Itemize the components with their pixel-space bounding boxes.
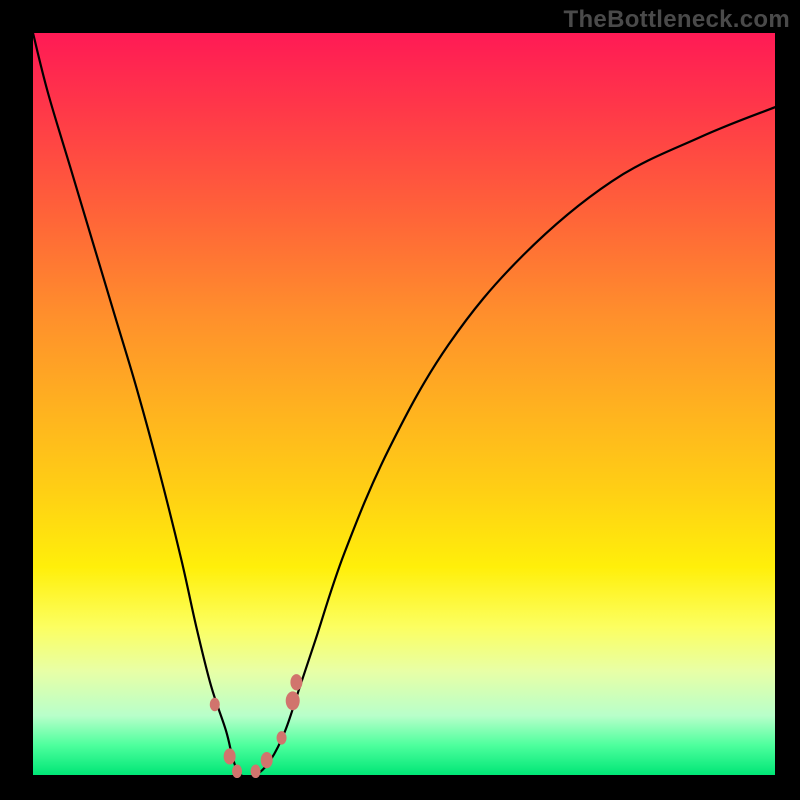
watermark-text: TheBottleneck.com xyxy=(564,6,790,34)
data-point xyxy=(224,748,236,764)
data-point xyxy=(277,731,287,745)
data-point xyxy=(286,691,300,710)
bottleneck-curve xyxy=(33,33,775,775)
curve-path xyxy=(33,33,775,777)
plot-area xyxy=(33,33,775,775)
data-point xyxy=(232,765,242,779)
chart-frame: TheBottleneck.com xyxy=(0,0,800,800)
data-point xyxy=(261,752,273,768)
data-point xyxy=(290,674,302,690)
data-point xyxy=(210,698,220,712)
data-point xyxy=(251,765,261,779)
